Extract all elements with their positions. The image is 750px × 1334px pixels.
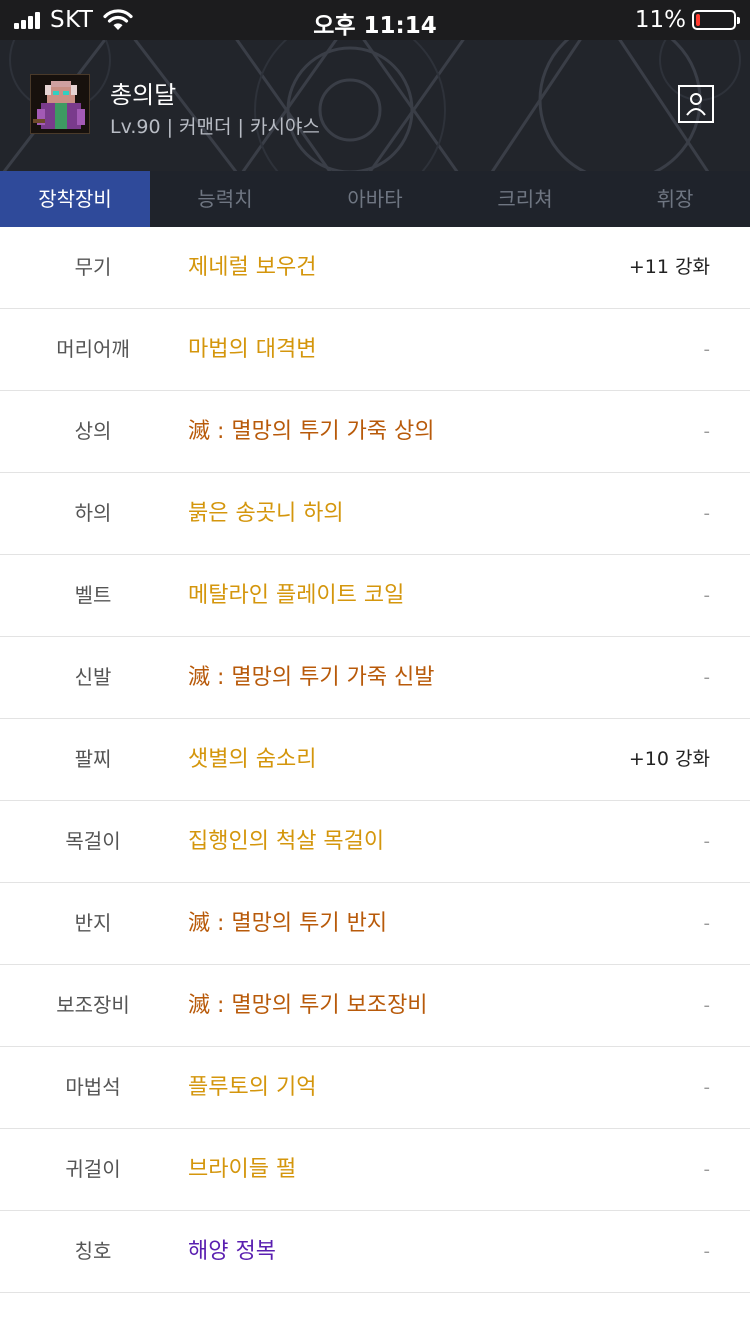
tab-bar: 장착장비 능력치 아바타 크리쳐 휘장	[0, 171, 750, 227]
item-name: 滅 : 멸망의 투기 반지	[188, 911, 388, 936]
equipment-row[interactable]: 팔찌 샛별의 숨소리 +10 강화	[0, 719, 750, 801]
item-name: 제네럴 보우건	[188, 255, 317, 280]
item-name: 집행인의 척살 목걸이	[188, 829, 385, 854]
slot-label: 반지	[74, 911, 112, 935]
tab-creature[interactable]: 크리쳐	[450, 171, 600, 227]
item-name: 플루토의 기억	[188, 1075, 317, 1100]
tab-equipment[interactable]: 장착장비	[0, 171, 150, 227]
enhance-level: -	[703, 1077, 711, 1098]
item-name: 붉은 송곳니 하의	[188, 501, 344, 526]
equipment-row[interactable]: 반지 滅 : 멸망의 투기 반지 -	[0, 883, 750, 965]
equipment-row[interactable]: 목걸이 집행인의 척살 목걸이 -	[0, 801, 750, 883]
equipment-row[interactable]: 벨트 메탈라인 플레이트 코일 -	[0, 555, 750, 637]
item-name: 滅 : 멸망의 투기 가죽 상의	[188, 419, 435, 444]
slot-label: 신발	[74, 665, 112, 689]
enhance-level: +11 강화	[628, 256, 710, 278]
slot-label: 칭호	[74, 1239, 112, 1263]
slot-label: 보조장비	[56, 993, 130, 1017]
enhance-level: -	[703, 339, 711, 360]
character-name: 총의달	[110, 81, 177, 109]
slot-label: 하의	[74, 501, 112, 525]
equipment-row[interactable]: 신발 滅 : 멸망의 투기 가죽 신발 -	[0, 637, 750, 719]
slot-label: 팔찌	[74, 747, 112, 771]
profile-button[interactable]	[678, 85, 714, 123]
equipment-row[interactable]: 보조장비 滅 : 멸망의 투기 보조장비 -	[0, 965, 750, 1047]
enhance-level: -	[703, 585, 711, 606]
tab-emblem[interactable]: 휘장	[600, 171, 750, 227]
item-name: 해양 정복	[188, 1239, 276, 1264]
enhance-level: -	[703, 913, 711, 934]
item-name: 샛별의 숨소리	[188, 747, 317, 772]
slot-label: 무기	[74, 255, 112, 279]
equipment-row[interactable]: 머리어깨 마법의 대격변 -	[0, 309, 750, 391]
tab-stats[interactable]: 능력치	[150, 171, 300, 227]
enhance-level: -	[703, 995, 711, 1016]
equipment-row[interactable]: 마법석 플루토의 기억 -	[0, 1047, 750, 1129]
battery-percent: 11%	[634, 7, 686, 33]
item-name: 마법의 대격변	[188, 337, 317, 362]
character-avatar	[30, 74, 90, 134]
battery-level	[696, 14, 700, 26]
enhance-level: -	[703, 503, 711, 524]
enhance-level: +10 강화	[628, 748, 710, 770]
tab-avatar[interactable]: 아바타	[300, 171, 450, 227]
character-info: Lv.90 | 커맨더 | 카시야스	[110, 116, 320, 138]
equipment-row[interactable]: 귀걸이 브라이들 펄 -	[0, 1129, 750, 1211]
equipment-row[interactable]: 칭호 해양 정복 -	[0, 1211, 750, 1293]
equipment-row[interactable]: 하의 붉은 송곳니 하의 -	[0, 473, 750, 555]
item-name: 브라이들 펄	[188, 1157, 297, 1182]
slot-label: 마법석	[65, 1075, 121, 1099]
character-header: 총의달 Lv.90 | 커맨더 | 카시야스	[0, 40, 750, 171]
slot-label: 상의	[74, 419, 112, 443]
enhance-level: -	[703, 1159, 711, 1180]
person-icon	[686, 93, 706, 116]
status-bar: SKT 오후 11:14 11%	[0, 0, 750, 40]
battery-icon	[692, 10, 740, 30]
enhance-level: -	[703, 667, 711, 688]
equipment-row[interactable]: 상의 滅 : 멸망의 투기 가죽 상의 -	[0, 391, 750, 473]
enhance-level: -	[703, 831, 711, 852]
slot-label: 머리어깨	[56, 337, 130, 361]
equipment-list: 무기 제네럴 보우건 +11 강화 머리어깨 마법의 대격변 - 상의 滅 : 멸망의 투…	[0, 227, 750, 1293]
status-right: 11%	[634, 7, 740, 33]
item-name: 메탈라인 플레이트 코일	[188, 583, 405, 608]
character-sprite-icon	[31, 75, 89, 133]
slot-label: 벨트	[74, 583, 112, 607]
equipment-row[interactable]: 무기 제네럴 보우건 +11 강화	[0, 227, 750, 309]
item-name: 滅 : 멸망의 투기 가죽 신발	[188, 665, 435, 690]
slot-label: 귀걸이	[65, 1157, 121, 1181]
enhance-level: -	[703, 421, 711, 442]
enhance-level: -	[703, 1241, 711, 1262]
item-name: 滅 : 멸망의 투기 보조장비	[188, 993, 428, 1018]
slot-label: 목걸이	[65, 829, 121, 853]
